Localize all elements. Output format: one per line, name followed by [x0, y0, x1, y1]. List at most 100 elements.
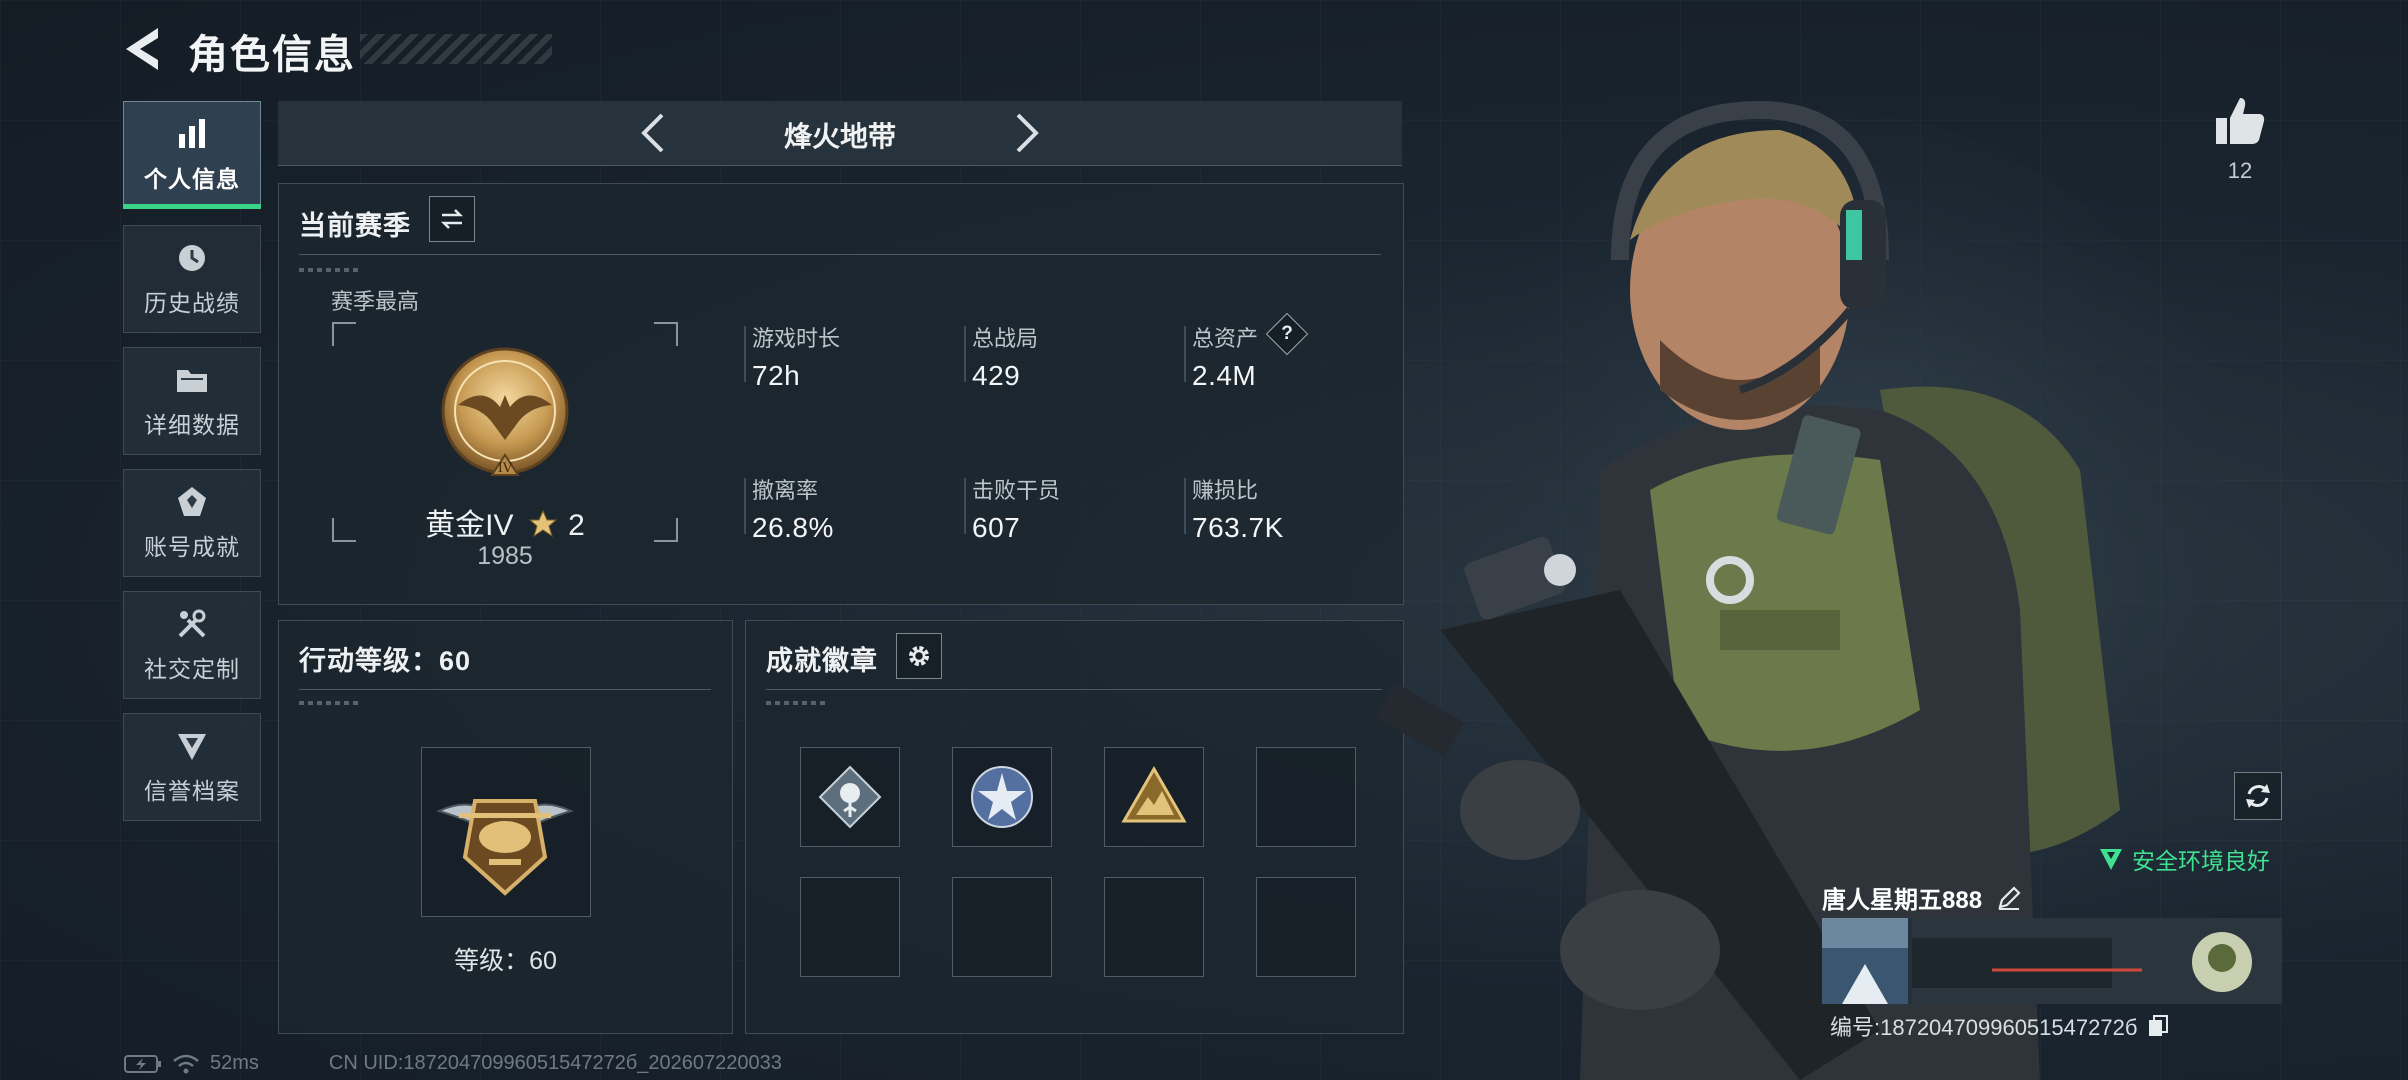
ping-value: 52ms [210, 1052, 259, 1074]
rotate-model-button[interactable] [2234, 772, 2282, 820]
page-title: 角色信息 [188, 33, 356, 77]
decor-dash [299, 268, 359, 272]
mountain-badge-icon [1121, 765, 1187, 823]
rank-name-row: 黄金IV 2 [332, 500, 678, 544]
status-footer: 52ms CN UID:18720470996051547272б_202607… [124, 1052, 782, 1075]
action-level-title: 行动等级：60 [299, 646, 472, 676]
bar-chart-icon [179, 119, 205, 148]
help-icon: ? [1281, 323, 1293, 344]
footer-uid: CN UID:18720470996051547272б_20260722003… [328, 1052, 782, 1074]
switch-icon [440, 209, 464, 229]
mode-selector: 烽火地带 [278, 101, 1402, 166]
profile-banner[interactable] [1822, 918, 2282, 1004]
achievement-badge-panel: 成就徽章 [745, 620, 1404, 1034]
rose-badge-icon [818, 765, 882, 829]
season-switch-button[interactable] [429, 196, 475, 242]
frame-corner [654, 322, 678, 346]
tools-icon [178, 609, 206, 638]
badge-slot-empty[interactable] [1104, 877, 1204, 977]
achievement-icon [178, 487, 206, 516]
sidebar-item-detail-data[interactable]: 详细数据 [123, 347, 261, 455]
divider [766, 689, 1382, 690]
stat-value-playtime: 72h [752, 360, 801, 391]
mode-name: 烽火地带 [783, 121, 896, 152]
sidebar-item-label: 详细数据 [144, 412, 240, 438]
stat-value-extract-rate: 26.8% [752, 512, 834, 543]
rank-points: 1985 [477, 542, 533, 570]
stat-divider [1184, 478, 1186, 534]
sidebar-item-social-custom[interactable]: 社交定制 [123, 591, 261, 699]
sidebar-item-label: 账号成就 [144, 534, 240, 560]
badge-slot[interactable] [1104, 747, 1204, 847]
level-text: 等级：60 [454, 947, 557, 975]
history-icon [179, 245, 205, 271]
profile-uid: 编号:18720470996051547272б [1830, 1015, 2138, 1040]
stat-label-matches: 总战局 [972, 326, 1039, 351]
stat-value-kills: 607 [972, 512, 1021, 543]
action-level-panel: 行动等级：60 等级：60 [278, 620, 733, 1034]
sidebar-item-personal-info[interactable]: 个人信息 [123, 101, 261, 209]
wifi-icon [173, 1054, 199, 1073]
refresh-icon [2246, 784, 2270, 808]
stat-label-playtime: 游戏时长 [752, 326, 841, 351]
stat-label-kills: 击败干员 [972, 478, 1061, 503]
title-decoration [360, 34, 552, 64]
svg-text:IV: IV [498, 461, 513, 476]
stat-divider [964, 478, 966, 534]
copy-icon[interactable] [2147, 1014, 2169, 1038]
stat-divider [744, 326, 746, 382]
sidebar-item-label: 社交定制 [144, 656, 240, 682]
frame-corner [332, 322, 356, 346]
nickname-row: 唐人星期五888 [1822, 880, 2022, 915]
like-count: 12 [2227, 158, 2253, 183]
rank-name: 黄金IV [425, 509, 514, 542]
stat-value-profit-ratio: 763.7K [1192, 512, 1284, 543]
chevron-right-icon [1016, 113, 1039, 153]
nickname: 唐人星期五888 [1822, 887, 1983, 914]
stat-divider [744, 478, 746, 534]
sidebar-item-label: 信誉档案 [144, 778, 240, 804]
star-icon [528, 509, 558, 538]
sidebar-item-label: 历史战绩 [144, 290, 240, 316]
edit-icon[interactable] [1996, 885, 2022, 911]
battery-icon [124, 1054, 161, 1073]
stat-divider [964, 326, 966, 382]
badge-slot-empty[interactable] [800, 877, 900, 977]
gold-rank-emblem: IV [441, 347, 569, 476]
star-badge-icon [971, 766, 1033, 828]
season-best-label: 赛季最高 [331, 289, 420, 314]
banner-image [1822, 918, 2282, 1004]
divider [299, 254, 1381, 255]
badge-slot[interactable] [952, 747, 1052, 847]
rank-stars: 2 [568, 509, 585, 542]
sidebar-item-history[interactable]: 历史战绩 [123, 225, 261, 333]
sidebar-item-achievements[interactable]: 账号成就 [123, 469, 261, 577]
stat-value-assets: 2.4M [1192, 360, 1257, 391]
gear-icon [909, 646, 929, 666]
badge-settings-button[interactable] [896, 633, 942, 679]
sidebar-item-label: 个人信息 [144, 166, 240, 192]
stat-label-assets: 总资产 [1192, 326, 1259, 351]
stat-label-profit-ratio: 赚损比 [1192, 478, 1259, 503]
stat-divider [1184, 326, 1186, 382]
safe-status: 安全环境良好 [2098, 842, 2270, 876]
decor-dash [766, 701, 826, 705]
divider [299, 689, 711, 690]
shield-check-icon [2100, 849, 2122, 870]
badge-slot[interactable] [800, 747, 900, 847]
mode-next-button[interactable] [1002, 109, 1048, 157]
season-title: 当前赛季 [299, 211, 411, 241]
back-arrow-icon [126, 28, 158, 70]
badge-title: 成就徽章 [766, 646, 878, 676]
safe-status-text: 安全环境良好 [2132, 848, 2270, 874]
stat-label-extract-rate: 撤离率 [752, 478, 819, 503]
helicopter-emblem [436, 799, 574, 896]
badge-slot-empty[interactable] [952, 877, 1052, 977]
thumbs-up-icon [2216, 98, 2265, 144]
folder-icon [177, 370, 207, 392]
sidebar-item-credit-record[interactable]: 信誉档案 [123, 713, 261, 821]
stat-value-matches: 429 [972, 360, 1021, 391]
uid-row: 编号:18720470996051547272б [1830, 1010, 2169, 1042]
back-button[interactable] [118, 22, 168, 76]
like-button[interactable] [2210, 92, 2270, 152]
